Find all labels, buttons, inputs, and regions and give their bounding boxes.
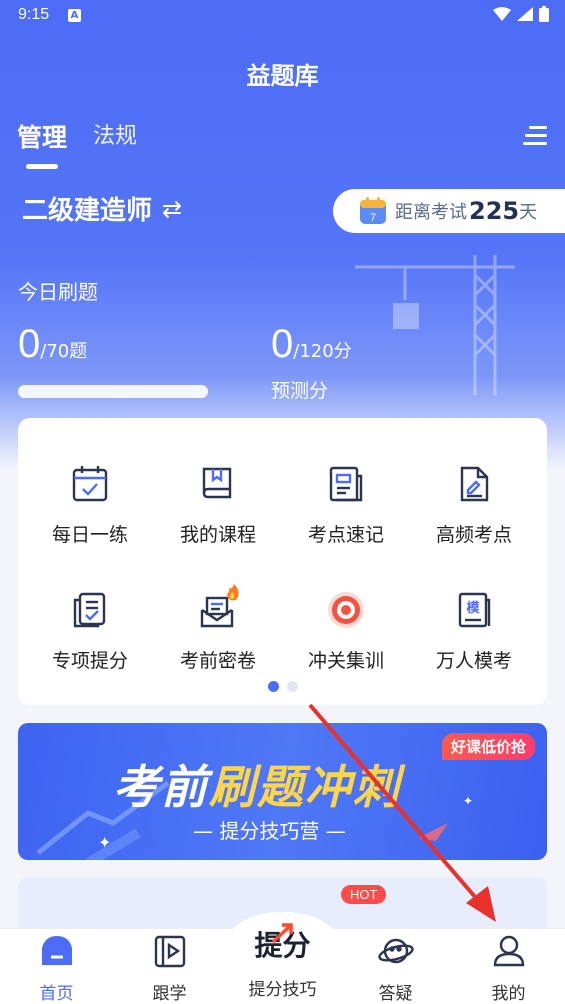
battery-icon (539, 6, 549, 22)
calendar-icon: 7 (360, 197, 386, 224)
predict-label: 预测分 (271, 380, 329, 402)
banner-subtitle: — 提分技巧营 — (193, 819, 346, 843)
video-book-icon (154, 935, 185, 968)
svg-text:✦: ✦ (98, 833, 111, 852)
feature-label: 我的课程 (179, 524, 256, 546)
feature-hot-points[interactable]: 高频考点 (408, 464, 540, 547)
logo-tifen[interactable]: 提分 (230, 912, 335, 964)
page-dot-active[interactable] (268, 681, 279, 692)
menu-icon[interactable] (523, 126, 547, 146)
home-icon (41, 936, 72, 965)
switch-icon: ⇄ (162, 194, 183, 223)
feature-label: 每日一练 (51, 524, 128, 546)
certificate-switcher[interactable]: 二级建造师 ⇄ (22, 190, 182, 227)
signal-icon (517, 7, 533, 21)
feature-grid-card: 每日一练 我的课程 考点速记 高频考点 专项提分 考前密卷 冲关集训 模 万人模… (18, 418, 547, 705)
planet-icon (377, 938, 414, 964)
status-time: 9:15 (18, 6, 50, 23)
status-icons (493, 6, 549, 22)
feature-label: 冲关集训 (307, 650, 384, 672)
active-tab-indicator (26, 164, 58, 169)
mail-paper-fire-icon (200, 584, 239, 628)
page-indicator (268, 681, 298, 692)
arrow-up-icon (271, 923, 293, 944)
daily-progress-bar (18, 385, 208, 398)
category-tabs: 管理 法规 (17, 118, 137, 154)
countdown-days: 225 (469, 197, 520, 225)
exam-countdown[interactable]: 7 距离考试 225 天 (333, 189, 565, 233)
certificate-name: 二级建造师 (22, 196, 153, 226)
nav-qa[interactable]: 答疑 (339, 933, 452, 1004)
countdown-suffix: 天 (519, 202, 538, 223)
nav-label: 首页 (39, 984, 74, 1004)
feature-daily-practice[interactable]: 每日一练 (24, 464, 156, 547)
user-icon (493, 935, 524, 967)
feature-label: 专项提分 (51, 650, 128, 672)
document-edit-icon (460, 466, 489, 502)
mock-exam-icon: 模 (458, 592, 491, 628)
score-value: 0 (271, 322, 294, 366)
nav-mine[interactable]: 我的 (452, 933, 565, 1004)
hot-badge: HOT (341, 885, 387, 904)
app-title: 益题库 (246, 62, 319, 90)
countdown-prefix: 距离考试 (395, 202, 467, 223)
page-dot[interactable] (287, 681, 298, 692)
crane-illustration (355, 255, 515, 395)
today-question-count: 0/70题 (18, 322, 87, 367)
feature-challenge-training[interactable]: 冲关集训 (280, 590, 412, 673)
done-count: 0 (18, 322, 41, 366)
banner-title-white: 考前 (113, 760, 209, 814)
today-practice-label: 今日刷题 (18, 280, 98, 304)
book-icon (202, 467, 232, 499)
svg-text:✦: ✦ (463, 794, 473, 808)
nav-label: 答疑 (378, 984, 413, 1004)
feature-label: 考前密卷 (179, 650, 256, 672)
nav-label: 跟学 (152, 984, 187, 1004)
nav-label: 提分技巧 (248, 980, 317, 1000)
predicted-score: 0/120分 (271, 322, 352, 367)
feature-label: 高频考点 (435, 524, 512, 546)
feature-mock-exam[interactable]: 模 万人模考 (408, 590, 540, 673)
calendar-check-icon (72, 466, 108, 502)
notification-icon: A (68, 9, 81, 22)
status-bar: 9:15 A (0, 0, 565, 32)
feature-special-boost[interactable]: 专项提分 (24, 590, 156, 673)
nav-home[interactable]: 首页 (0, 933, 113, 1004)
svg-text:模: 模 (466, 600, 480, 616)
feature-final-papers[interactable]: 考前密卷 (152, 584, 284, 673)
notes-icon (329, 466, 363, 502)
checklist-icon (73, 592, 106, 628)
feature-quick-notes[interactable]: 考点速记 (280, 464, 412, 547)
banner-title: 考前刷题冲刺 (113, 751, 401, 817)
feature-my-courses[interactable]: 我的课程 (152, 464, 284, 547)
promo-banner[interactable]: ✦ ✦ 考前刷题冲刺 — 提分技巧营 — 好课低价抢 (18, 723, 547, 860)
feature-label: 考点速记 (307, 524, 384, 546)
calendar-day: 7 (370, 212, 376, 224)
total-text: /70题 (40, 341, 88, 362)
banner-badge: 好课低价抢 (441, 733, 535, 760)
target-icon (328, 592, 364, 628)
tab-management[interactable]: 管理 (17, 118, 67, 154)
nav-follow-study[interactable]: 跟学 (113, 933, 226, 1004)
score-total: /120分 (293, 341, 352, 362)
banner-title-yellow: 刷题冲刺 (209, 760, 401, 814)
tab-regulations[interactable]: 法规 (93, 118, 137, 154)
nav-label: 我的 (491, 984, 526, 1004)
feature-label: 万人模考 (435, 650, 512, 672)
wifi-icon (493, 7, 511, 21)
